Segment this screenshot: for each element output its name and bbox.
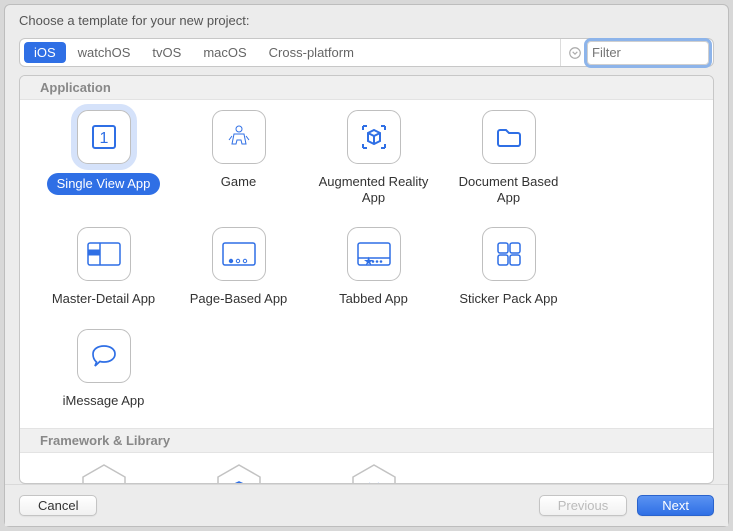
template-label: Augmented Reality App [314, 174, 434, 205]
filter-input[interactable] [587, 41, 709, 65]
framework-icon [80, 463, 128, 484]
template-metal-library[interactable]: Metal Library [306, 463, 441, 484]
title-area: Choose a template for your new project: [5, 5, 728, 28]
tab-tvos[interactable]: tvOS [142, 42, 191, 63]
platform-tabs: iOS watchOS tvOS macOS Cross-platform [20, 42, 364, 63]
imessage-icon [77, 329, 131, 383]
platform-toolbar: iOS watchOS tvOS macOS Cross-platform [19, 38, 714, 67]
page-based-icon [212, 227, 266, 281]
svg-text:1: 1 [99, 130, 108, 147]
next-button[interactable]: Next [637, 495, 714, 516]
metal-icon [350, 463, 398, 484]
cancel-button[interactable]: Cancel [19, 495, 97, 516]
template-list: Application 1 Single View App [19, 75, 714, 484]
template-master-detail-app[interactable]: Master-Detail App [36, 227, 171, 307]
filter-wrap [560, 39, 713, 66]
filter-icon [567, 45, 583, 61]
master-detail-icon [77, 227, 131, 281]
tabbed-icon: ★ [347, 227, 401, 281]
template-page-based-app[interactable]: Page-Based App [171, 227, 306, 307]
template-label: iMessage App [63, 393, 145, 409]
template-single-view-app[interactable]: 1 Single View App [36, 110, 171, 205]
template-label: Page-Based App [190, 291, 288, 307]
template-label: Tabbed App [339, 291, 408, 307]
section-body-application: 1 Single View App Game [20, 100, 713, 428]
tab-cross-platform[interactable]: Cross-platform [259, 42, 364, 63]
template-tabbed-app[interactable]: ★ Tabbed App [306, 227, 441, 307]
template-imessage-app[interactable]: iMessage App [36, 329, 171, 409]
ar-icon [347, 110, 401, 164]
game-icon [212, 110, 266, 164]
single-view-icon: 1 [77, 110, 131, 164]
section-body-framework: Cocoa Touch Framework Cocoa Touch Static… [20, 453, 713, 484]
dialog-footer: Cancel Previous Next [5, 484, 728, 526]
new-project-template-dialog: Choose a template for your new project: … [4, 4, 729, 527]
section-header-application: Application [20, 76, 713, 100]
prompt-label: Choose a template for your new project: [19, 13, 714, 28]
template-game[interactable]: Game [171, 110, 306, 205]
sticker-pack-icon [482, 227, 536, 281]
tab-macos[interactable]: macOS [193, 42, 256, 63]
svg-text:★: ★ [365, 257, 372, 266]
static-lib-icon [215, 463, 263, 484]
template-label: Single View App [47, 173, 161, 195]
template-label: Sticker Pack App [459, 291, 557, 307]
section-header-framework: Framework & Library [20, 428, 713, 453]
previous-button[interactable]: Previous [539, 495, 628, 516]
tab-watchos[interactable]: watchOS [68, 42, 141, 63]
template-sticker-pack-app[interactable]: Sticker Pack App [441, 227, 576, 307]
template-label: Document Based App [449, 174, 569, 205]
tab-ios[interactable]: iOS [24, 42, 66, 63]
document-icon [482, 110, 536, 164]
template-document-based-app[interactable]: Document Based App [441, 110, 576, 205]
template-label: Master-Detail App [52, 291, 155, 307]
template-label: Game [221, 174, 256, 190]
template-cocoa-touch-static-library[interactable]: Cocoa Touch Static Library [171, 463, 306, 484]
template-cocoa-touch-framework[interactable]: Cocoa Touch Framework [36, 463, 171, 484]
template-augmented-reality-app[interactable]: Augmented Reality App [306, 110, 441, 205]
